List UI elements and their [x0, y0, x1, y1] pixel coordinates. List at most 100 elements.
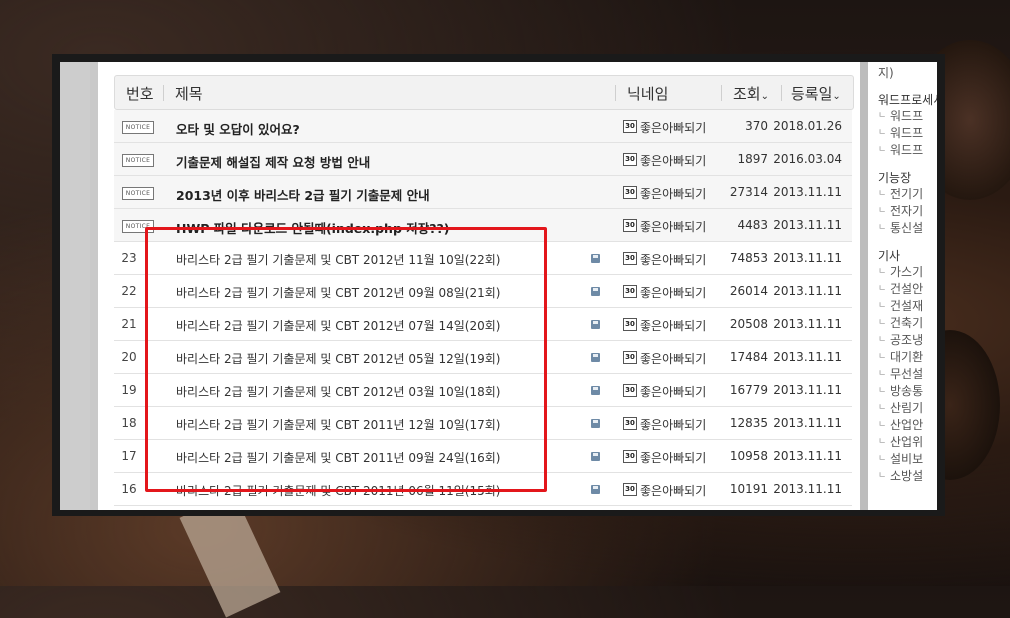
author-nick[interactable]: 좋은아빠되기 [640, 317, 706, 334]
post-number: 23 [121, 251, 137, 265]
post-number: 17 [121, 449, 137, 463]
level-icon: 30 [623, 120, 637, 133]
post-date: 2013.11.11 [773, 449, 842, 463]
attachment-file-icon [591, 485, 600, 494]
view-count: 20508 [729, 317, 768, 331]
sidebar-item[interactable]: 워드프 [878, 108, 937, 125]
sidebar-item[interactable]: 전자기 [878, 203, 937, 220]
post-number: 21 [121, 317, 137, 331]
author-nick[interactable]: 좋은아빠되기 [640, 482, 706, 499]
view-count: 17484 [729, 350, 768, 364]
sort-icon: ⌄ [832, 91, 841, 102]
header-divider [721, 85, 722, 101]
view-count: 10958 [729, 449, 768, 463]
attachment-file-icon [591, 254, 600, 263]
notice-row[interactable]: NOTICE 오타 및 오답이 있어요? 30 좋은아빠되기 370 2018.… [114, 110, 852, 143]
level-icon: 30 [623, 153, 637, 166]
attachment-file-icon [591, 320, 600, 329]
sidebar-top-fragment: 지) [878, 66, 894, 80]
sidebar-item[interactable]: 산업안 [878, 417, 937, 434]
author-nick[interactable]: 좋은아빠되기 [640, 251, 706, 268]
post-title-link[interactable]: 바리스타 2급 필기 기출문제 및 CBT 2011년 03월 12일(14회) [176, 508, 500, 510]
notice-icon: NOTICE [122, 121, 154, 134]
post-date: 2013.11.11 [773, 185, 842, 199]
sidebar-item[interactable]: 방송통 [878, 383, 937, 400]
author-nick[interactable]: 좋은아빠되기 [640, 152, 706, 169]
post-date: 2018.01.26 [773, 119, 842, 133]
sidebar-group: 기사가스기건설안건설재건축기공조냉대기환무선설방송통산림기산업안산업위설비보소방… [878, 247, 937, 485]
post-number: 20 [121, 350, 137, 364]
author-nick[interactable]: 좋은아빠되기 [640, 383, 706, 400]
content-shadow [860, 62, 868, 510]
author-nick[interactable]: 좋은아빠되기 [640, 284, 706, 301]
view-count: 74853 [729, 251, 768, 265]
post-date: 2013.11.11 [773, 317, 842, 331]
sidebar-item[interactable]: 무선설 [878, 366, 937, 383]
sidebar-item[interactable]: 대기환 [878, 349, 937, 366]
view-count: 370 [745, 119, 768, 133]
post-title-link[interactable]: 오타 및 오답이 있어요? [176, 119, 300, 138]
sidebar-item[interactable]: 건설안 [878, 281, 937, 298]
author-nick[interactable]: 좋은아빠되기 [640, 185, 706, 202]
post-date: 2013.11.11 [773, 350, 842, 364]
author-nick[interactable]: 좋은아빠되기 [640, 119, 706, 136]
header-divider [781, 85, 782, 101]
table-row-partial[interactable]: 바리스타 2급 필기 기출문제 및 CBT 2011년 03월 12일(14회) [114, 506, 852, 510]
view-count: 4483 [737, 218, 768, 232]
sidebar-item[interactable]: 공조냉 [878, 332, 937, 349]
sidebar-category[interactable]: 기사 [878, 247, 937, 264]
view-count: 16779 [729, 383, 768, 397]
author-nick[interactable]: 좋은아빠되기 [640, 350, 706, 367]
sidebar: 지) 워드프로세서워드프워드프워드프기능장전기기전자기통신설기사가스기건설안건설… [868, 62, 937, 510]
view-count: 26014 [729, 284, 768, 298]
header-views[interactable]: 조회⌄ [733, 83, 769, 104]
level-icon: 30 [623, 351, 637, 364]
attachment-file-icon [591, 287, 600, 296]
attachment-file-icon [591, 386, 600, 395]
header-nick[interactable]: 닉네임 [627, 83, 668, 104]
sort-icon: ⌄ [760, 91, 769, 102]
sidebar-group: 기능장전기기전자기통신설 [878, 169, 937, 237]
author-nick[interactable]: 좋은아빠되기 [640, 416, 706, 433]
post-date: 2013.11.11 [773, 251, 842, 265]
sidebar-item[interactable]: 통신설 [878, 220, 937, 237]
header-date[interactable]: 등록일⌄ [791, 83, 841, 104]
notice-icon: NOTICE [122, 154, 154, 167]
sidebar-item[interactable]: 워드프 [878, 142, 937, 159]
attachment-file-icon [591, 353, 600, 362]
sidebar-category[interactable]: 기능장 [878, 169, 937, 186]
header-title[interactable]: 제목 [175, 83, 203, 104]
header-divider [615, 85, 616, 101]
post-date: 2013.11.11 [773, 383, 842, 397]
sidebar-item[interactable]: 전기기 [878, 186, 937, 203]
level-icon: 30 [623, 450, 637, 463]
level-icon: 30 [623, 186, 637, 199]
post-title-link[interactable]: 2013년 이후 바리스타 2급 필기 기출문제 안내 [176, 185, 430, 204]
level-icon: 30 [623, 318, 637, 331]
sidebar-item[interactable]: 설비보 [878, 451, 937, 468]
post-title-link[interactable]: 기출문제 해설집 제작 요청 방법 안내 [176, 152, 370, 171]
sidebar-item[interactable]: 건설재 [878, 298, 937, 315]
post-date: 2013.11.11 [773, 482, 842, 496]
sidebar-group: 워드프로세서워드프워드프워드프 [878, 91, 937, 159]
view-count: 27314 [729, 185, 768, 199]
sidebar-item[interactable]: 가스기 [878, 264, 937, 281]
sidebar-item[interactable]: 워드프 [878, 125, 937, 142]
sidebar-item[interactable]: 산업위 [878, 434, 937, 451]
view-count: 12835 [729, 416, 768, 430]
sidebar-category[interactable]: 워드프로세서 [878, 91, 937, 108]
sidebar-item[interactable]: 산림기 [878, 400, 937, 417]
attachment-file-icon [591, 452, 600, 461]
author-nick[interactable]: 좋은아빠되기 [640, 218, 706, 235]
author-nick[interactable]: 좋은아빠되기 [640, 449, 706, 466]
left-gutter [60, 62, 90, 510]
post-date: 2013.11.11 [773, 284, 842, 298]
sidebar-item[interactable]: 소방설 [878, 468, 937, 485]
header-num[interactable]: 번호 [126, 83, 154, 104]
notice-row[interactable]: NOTICE 2013년 이후 바리스타 2급 필기 기출문제 안내 30 좋은… [114, 176, 852, 209]
notice-row[interactable]: NOTICE 기출문제 해설집 제작 요청 방법 안내 30 좋은아빠되기 18… [114, 143, 852, 176]
sidebar-item[interactable]: 건축기 [878, 315, 937, 332]
attachment-file-icon [591, 419, 600, 428]
level-icon: 30 [623, 483, 637, 496]
post-number: 18 [121, 416, 137, 430]
